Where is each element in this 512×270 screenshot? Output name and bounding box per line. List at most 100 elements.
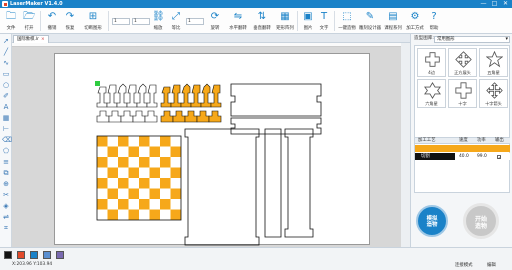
text-icon: T: [320, 11, 328, 22]
rotate-button[interactable]: ⟳ 旋转: [206, 9, 224, 33]
maximize-button[interactable]: □: [489, 0, 500, 8]
board-square: [149, 178, 160, 189]
minimize-button[interactable]: —: [478, 0, 489, 8]
eraser-tool-icon[interactable]: ⌫: [2, 136, 12, 144]
image-button[interactable]: ▣ 图片: [300, 9, 316, 33]
undo-button[interactable]: ↶ 撤销: [43, 9, 61, 33]
box-icon: ⬚: [342, 11, 352, 22]
board-square: [97, 178, 108, 189]
shape-item[interactable]: 4边: [417, 48, 446, 77]
board-square: [139, 199, 150, 210]
cut-shape-button[interactable]: ⊞ 切断图形: [80, 9, 106, 33]
oneclick-make-button[interactable]: ⬚ 一键造物: [336, 9, 358, 33]
crop-tool-icon[interactable]: ⌗: [2, 224, 10, 232]
trim-tool-icon[interactable]: ✂: [2, 191, 10, 199]
group-tool-icon[interactable]: ⧉: [2, 169, 10, 177]
shape-label: 六角星: [425, 101, 438, 106]
select-tool-icon[interactable]: ➚: [2, 37, 10, 45]
edit-mode-label[interactable]: 编辑: [487, 262, 496, 268]
designer-icon: ✎: [365, 11, 375, 22]
curve-tool-icon[interactable]: ∿: [2, 59, 10, 67]
board-square: [149, 167, 160, 178]
shape-item[interactable]: 六角星: [417, 79, 446, 108]
toolbar-divider: [297, 11, 298, 31]
board-square: [170, 136, 181, 147]
rectangle-tool-icon[interactable]: ▭: [2, 70, 10, 78]
shape-item[interactable]: 正方展头: [448, 48, 477, 77]
weld-tool-icon[interactable]: ⊕: [2, 180, 10, 188]
vertical-scrollbar[interactable]: [401, 43, 410, 247]
color-swatch-black[interactable]: [4, 251, 12, 259]
start-button[interactable]: 开始 造物: [463, 203, 499, 239]
shape-item[interactable]: 五角星: [479, 48, 508, 77]
align-tool-icon[interactable]: ≡: [2, 158, 10, 166]
help-button[interactable]: ? 帮助: [426, 9, 442, 33]
ellipse-tool-icon[interactable]: ○: [2, 81, 10, 89]
board-square: [97, 188, 108, 199]
tab-document-label: 国际象棋.lr: [17, 37, 39, 42]
board-square: [97, 157, 108, 168]
text-tool-icon[interactable]: A: [2, 103, 10, 111]
shape-item[interactable]: 十字箭头: [479, 79, 508, 108]
height-input[interactable]: 1: [132, 18, 150, 25]
line-tool-icon[interactable]: ╱: [2, 48, 10, 56]
board-square: [107, 209, 118, 220]
open-button[interactable]: 🗁 打开: [20, 9, 38, 33]
redo-button[interactable]: ↷ 恢复: [61, 9, 79, 33]
board-square: [160, 157, 171, 168]
white-chess-pieces: [96, 83, 158, 123]
close-window-button[interactable]: ✕: [500, 0, 511, 8]
course-button[interactable]: ▤ 课程系列: [382, 9, 404, 33]
drawing-canvas[interactable]: [12, 47, 410, 247]
layer-row-orange[interactable]: [415, 145, 510, 152]
board-square: [170, 209, 181, 220]
color-swatch-lightblue[interactable]: [43, 251, 51, 259]
tab-close-icon[interactable]: ×: [41, 37, 45, 42]
color-swatch-purple[interactable]: [56, 251, 64, 259]
text-button[interactable]: T 文字: [316, 9, 332, 33]
lock-ratio-button[interactable]: ⛓ 缩放: [150, 9, 166, 33]
file-button[interactable]: 🗀 文件: [2, 9, 20, 33]
tab-document[interactable]: 国际象棋.lr ×: [13, 35, 49, 43]
shape-item[interactable]: 十字: [448, 79, 477, 108]
rotate-icon: ⟳: [210, 11, 220, 22]
shape-library-select[interactable]: 常用图形: [434, 36, 510, 43]
width-input[interactable]: 1: [112, 18, 130, 25]
layer-speed[interactable]: 40.0: [459, 153, 469, 160]
board-square: [118, 146, 129, 157]
color-swatch-red[interactable]: [17, 251, 25, 259]
grid-tool-icon[interactable]: ▦: [2, 114, 10, 122]
layer-tool-icon[interactable]: ◈: [2, 202, 10, 210]
polygon-tool-icon[interactable]: ⬠: [2, 147, 10, 155]
array-button[interactable]: ▦ 矩形阵列: [274, 9, 296, 33]
scale-button[interactable]: ⤢ 等比: [168, 9, 184, 33]
vflip-button[interactable]: ⇅ 垂直翻转: [250, 9, 274, 33]
left-tool-strip: ➚ ╱ ∿ ▭ ○ ✐ A ▦ ⊢ ⌫ ⬠ ≡ ⧉ ⊕ ✂ ◈ ⇌ ⌗: [0, 34, 12, 247]
layer-power[interactable]: 99.0: [477, 153, 487, 160]
star5-icon: [486, 51, 503, 68]
layer-output-checkbox[interactable]: ✓: [497, 154, 501, 159]
cross-arrow-icon: [455, 51, 472, 68]
toolbar-divider: [108, 11, 109, 31]
board-square: [97, 136, 108, 147]
rotate-input[interactable]: 1: [186, 18, 204, 25]
simulate-button[interactable]: 模拟 造物: [416, 205, 448, 237]
pen-tool-icon[interactable]: ✐: [2, 92, 10, 100]
mirror-tool-icon[interactable]: ⇌: [2, 213, 10, 221]
measure-tool-icon[interactable]: ⊢: [2, 125, 10, 133]
board-square: [107, 178, 118, 189]
layer-process: 切割: [421, 154, 430, 159]
hflip-button[interactable]: ⇋ 水平翻转: [226, 9, 250, 33]
shape-library-grid: 4边 正方展头 五角星 六角星 十字 十字箭头: [414, 45, 510, 141]
shape-label: 正方展头: [454, 70, 471, 75]
board-square: [160, 199, 171, 210]
book-icon: ▤: [388, 11, 398, 22]
orange-chess-pieces: [160, 83, 222, 123]
board-square: [107, 157, 118, 168]
board-square: [97, 146, 108, 157]
process-mode-button[interactable]: ⚙ 加工方式: [404, 9, 426, 33]
color-swatch-blue[interactable]: [30, 251, 38, 259]
connection-mode-label[interactable]: 连接模式: [455, 262, 473, 268]
layer-row-cut[interactable]: 切割 40.0 99.0 ✓: [415, 153, 510, 160]
engrave-designer-button[interactable]: ✎ 雕刻设计器: [358, 9, 382, 33]
